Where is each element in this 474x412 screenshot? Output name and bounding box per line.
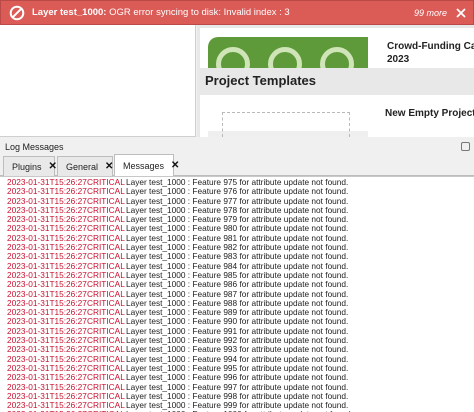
news-title: Crowd-Funding Call 2023 (387, 41, 474, 65)
templates-heading: Project Templates (205, 73, 317, 88)
float-panel-icon[interactable] (461, 142, 470, 151)
error-message-text: Layer test_1000: OGR error syncing to di… (32, 7, 290, 18)
tab-messages[interactable]: Messages ✕ (114, 154, 179, 177)
log-panel-title: Log Messages (5, 142, 64, 152)
template-card[interactable]: New Empty Project (200, 95, 474, 137)
error-message-bar: Layer test_1000: OGR error syncing to di… (0, 0, 474, 25)
prohibited-icon (8, 4, 26, 22)
close-tab-icon[interactable]: ✕ (171, 161, 179, 171)
close-icon[interactable] (455, 7, 467, 19)
error-detail: OGR error syncing to disk: Invalid index… (106, 7, 290, 18)
log-messages-list[interactable]: 2023-01-31T15:26:27 CRITICAL Layer test_10… (0, 176, 474, 412)
more-messages-link[interactable]: 99 more (414, 8, 447, 18)
close-tab-icon[interactable]: ✕ (105, 161, 113, 172)
tab-label: Messages (123, 161, 165, 171)
error-layer-name: Layer test_1000: (32, 7, 107, 18)
news-thumbnail (208, 37, 368, 68)
recent-projects-panel (0, 25, 196, 137)
tab-label: General (66, 161, 99, 172)
template-title: New Empty Project (385, 108, 474, 119)
log-panel-header: Log Messages (0, 140, 474, 154)
tab-plugins[interactable]: Plugins ✕ (3, 156, 57, 176)
news-card[interactable]: Crowd-Funding Call 2023 (200, 28, 474, 68)
tab-general[interactable]: General ✕ (57, 156, 113, 176)
close-tab-icon[interactable]: ✕ (49, 161, 57, 172)
welcome-news-panel: Crowd-Funding Call 2023 Project Template… (197, 25, 474, 137)
tab-label: Plugins (12, 161, 42, 172)
log-tabs: Plugins ✕ General ✕ Messages ✕ (0, 154, 474, 177)
template-thumbnail (222, 112, 350, 137)
